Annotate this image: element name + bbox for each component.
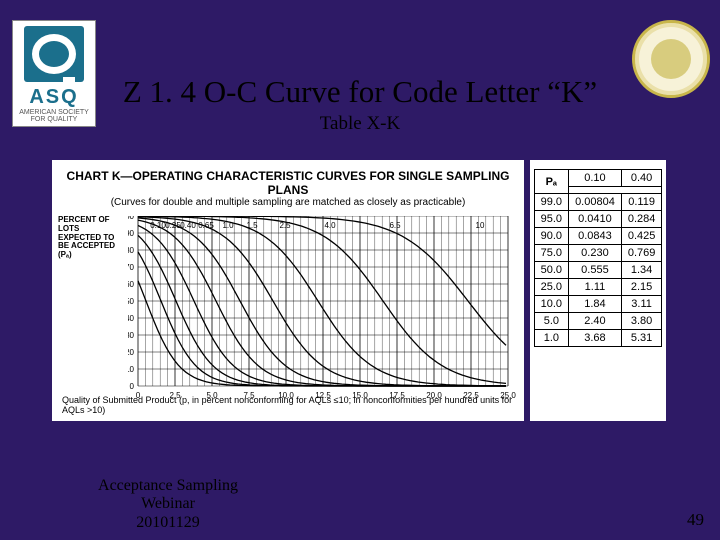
svg-text:0.10: 0.10 — [150, 221, 166, 230]
pa-table: Pₐ 0.10 0.40 99.00.008040.11995.00.04100… — [534, 169, 663, 347]
pa-cell: 5.31 — [621, 330, 662, 347]
footer-line: Webinar — [141, 495, 195, 512]
svg-text:60: 60 — [128, 280, 135, 289]
pa-cell: 0.119 — [621, 194, 662, 211]
svg-text:90: 90 — [128, 229, 135, 238]
svg-text:50: 50 — [128, 297, 135, 306]
svg-text:6.5: 6.5 — [389, 221, 401, 230]
svg-text:4.0: 4.0 — [324, 221, 336, 230]
footer-line: Acceptance Sampling — [98, 477, 238, 494]
pa-header: Pₐ — [534, 170, 568, 194]
pa-table-panel: Pₐ 0.10 0.40 99.00.008040.11995.00.04100… — [530, 160, 666, 421]
chart-y-label: PERCENT OF LOTS EXPECTED TO BE ACCEPTED … — [58, 216, 124, 260]
pa-cell: 1.84 — [569, 296, 622, 313]
pa-cell: 3.68 — [569, 330, 622, 347]
pa-row-label: 75.0 — [534, 245, 568, 262]
svg-text:0.25: 0.25 — [165, 221, 181, 230]
svg-text:2.5: 2.5 — [279, 221, 291, 230]
svg-text:1.5: 1.5 — [246, 221, 258, 230]
footer: Acceptance Sampling Webinar 20101129 — [88, 477, 248, 532]
asq-text: ASQ — [13, 86, 95, 109]
svg-text:10: 10 — [476, 221, 485, 230]
chart-x-label: Quality of Submitted Product (p, in perc… — [62, 395, 524, 415]
pa-cell: 1.11 — [569, 279, 622, 296]
pa-row-label: 90.0 — [534, 228, 568, 245]
pa-row-label: 10.0 — [534, 296, 568, 313]
pa-cell: 0.0843 — [569, 228, 622, 245]
pa-cell: 2.15 — [621, 279, 662, 296]
pa-col: 0.40 — [621, 170, 662, 187]
pa-cell: 0.00804 — [569, 194, 622, 211]
svg-text:0.40: 0.40 — [180, 221, 196, 230]
svg-text:30: 30 — [128, 331, 135, 340]
asq-logo: ASQ AMERICAN SOCIETY FOR QUALITY — [12, 20, 96, 127]
oc-chart-plot: 1009080706050403020100 02.55.07.510.012.… — [128, 216, 520, 400]
pa-row-label: 5.0 — [534, 313, 568, 330]
pa-row-label: 1.0 — [534, 330, 568, 347]
svg-text:70: 70 — [128, 263, 135, 272]
pa-cell: 1.34 — [621, 262, 662, 279]
pa-cell: 0.555 — [569, 262, 622, 279]
page-number: 49 — [687, 510, 704, 530]
slide: ASQ AMERICAN SOCIETY FOR QUALITY Z 1. 4 … — [0, 0, 720, 540]
svg-text:1.0: 1.0 — [222, 221, 234, 230]
pa-cell: 0.230 — [569, 245, 622, 262]
asq-q-icon — [24, 26, 84, 82]
pa-cell: 0.425 — [621, 228, 662, 245]
pa-row-label: 50.0 — [534, 262, 568, 279]
svg-text:0.65: 0.65 — [198, 221, 214, 230]
pa-row-label: 99.0 — [534, 194, 568, 211]
oc-chart-panel: CHART K—OPERATING CHARACTERISTIC CURVES … — [52, 160, 524, 421]
slide-title: Z 1. 4 O-C Curve for Code Letter “K” — [105, 74, 615, 110]
chart-subtitle: (Curves for double and multiple sampling… — [52, 197, 524, 208]
pa-row-label: 25.0 — [534, 279, 568, 296]
footer-line: 20101129 — [136, 514, 199, 531]
slide-subtitle: Table X-K — [105, 113, 615, 135]
svg-text:20: 20 — [128, 348, 135, 357]
svg-text:0: 0 — [130, 382, 135, 391]
pa-cell: 0.769 — [621, 245, 662, 262]
pa-col: 0.10 — [569, 170, 622, 187]
svg-text:10: 10 — [128, 365, 135, 374]
chart-title: CHART K—OPERATING CHARACTERISTIC CURVES … — [52, 160, 524, 197]
asq-tagline: AMERICAN SOCIETY FOR QUALITY — [13, 109, 95, 123]
svg-text:100: 100 — [128, 216, 135, 221]
pa-cell: 3.80 — [621, 313, 662, 330]
pa-cell: 3.11 — [621, 296, 662, 313]
pa-cell: 0.284 — [621, 211, 662, 228]
svg-text:80: 80 — [128, 246, 135, 255]
seal-logo — [632, 20, 710, 98]
pa-cell: 0.0410 — [569, 211, 622, 228]
pa-cell: 2.40 — [569, 313, 622, 330]
pa-row-label: 95.0 — [534, 211, 568, 228]
svg-text:40: 40 — [128, 314, 135, 323]
